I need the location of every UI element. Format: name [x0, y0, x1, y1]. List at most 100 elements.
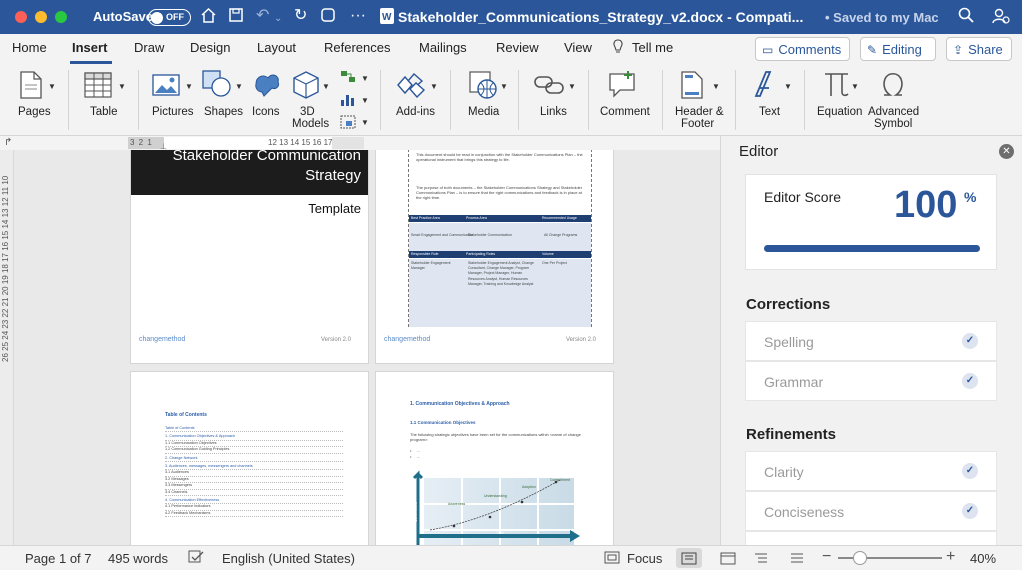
language[interactable]: English (United States) [222, 551, 355, 566]
comment-button[interactable]: Comment [600, 106, 650, 118]
header-footer-label-line2[interactable]: Footer [681, 118, 714, 130]
tell-me-search[interactable]: Tell me [632, 40, 673, 55]
web-layout-icon[interactable] [720, 552, 736, 568]
3d-models-dropdown-icon[interactable]: ▼ [322, 82, 330, 91]
header-footer-dropdown-icon[interactable]: ▼ [712, 82, 720, 91]
icons-icon[interactable] [252, 70, 282, 105]
undo-dropdown-icon[interactable]: ⌄ [274, 10, 282, 28]
add-ins-icon[interactable] [396, 72, 426, 103]
links-button[interactable]: Links [540, 106, 567, 118]
pictures-button[interactable]: Pictures [152, 106, 194, 118]
home-icon[interactable] [200, 7, 217, 29]
text-button[interactable]: Text [759, 106, 780, 118]
share-button[interactable]: ⇪ Share [946, 37, 1012, 61]
header-footer-label-line1[interactable]: Header & [675, 106, 724, 118]
redo-icon[interactable]: ↻ [294, 7, 307, 25]
tab-review[interactable]: Review [496, 40, 539, 55]
page-thumbnail-4[interactable]: 1. Communication Objectives & Approach 1… [375, 371, 614, 545]
screenshot-dropdown-icon[interactable]: ▼ [361, 118, 369, 127]
equation-dropdown-icon[interactable]: ▼ [851, 82, 859, 91]
tab-stop-icon[interactable]: ↱ [4, 137, 12, 148]
advanced-symbol-label-line1[interactable]: Advanced [868, 106, 919, 118]
shapes-icon[interactable] [202, 70, 232, 103]
shapes-button[interactable]: Shapes [204, 106, 243, 118]
tab-insert[interactable]: Insert [72, 40, 107, 55]
chart-icon[interactable] [340, 93, 356, 112]
zoom-slider-thumb[interactable] [853, 551, 867, 565]
text-dropdown-icon[interactable]: ▼ [784, 82, 792, 91]
pictures-dropdown-icon[interactable]: ▼ [185, 82, 193, 91]
minimize-window-button[interactable] [35, 11, 47, 23]
equation-button[interactable]: Equation [817, 106, 862, 118]
3d-models-icon[interactable] [292, 70, 320, 105]
chart-dropdown-icon[interactable]: ▼ [361, 96, 369, 105]
account-icon[interactable] [992, 7, 1010, 30]
correction-grammar[interactable]: Grammar ✓ [745, 361, 997, 401]
screenshot-icon[interactable] [340, 115, 356, 134]
table-dropdown-icon[interactable]: ▼ [118, 82, 126, 91]
page-thumbnail-1[interactable]: Stakeholder Communication Strategy Templ… [130, 150, 369, 364]
shapes-dropdown-icon[interactable]: ▼ [235, 82, 243, 91]
3d-models-label-line2[interactable]: Models [292, 118, 329, 130]
close-window-button[interactable] [15, 11, 27, 23]
advanced-symbol-label-line2[interactable]: Symbol [874, 118, 912, 130]
editor-score-card[interactable]: Editor Score 100 % [745, 174, 997, 270]
refinement-row-partial[interactable] [745, 531, 997, 545]
comments-button[interactable]: ▭ Comments [755, 37, 850, 61]
page-thumbnail-2[interactable]: This document should be read in conjunct… [375, 150, 614, 364]
more-icon[interactable]: ··· [350, 7, 366, 25]
page-count[interactable]: Page 1 of 7 [25, 551, 92, 566]
icons-button[interactable]: Icons [252, 106, 280, 118]
editing-button[interactable]: ✎ Editing [860, 37, 936, 61]
media-dropdown-icon[interactable]: ▼ [500, 82, 508, 91]
tab-layout[interactable]: Layout [257, 40, 296, 55]
3d-models-label-line1[interactable]: 3D [300, 106, 315, 118]
links-icon[interactable] [534, 74, 564, 101]
add-ins-dropdown-icon[interactable]: ▼ [430, 82, 438, 91]
tab-design[interactable]: Design [190, 40, 230, 55]
smartart-icon[interactable] [340, 70, 356, 89]
outline-icon[interactable] [754, 552, 768, 568]
focus-button[interactable]: Focus [627, 551, 662, 566]
omega-icon[interactable] [879, 70, 907, 103]
tab-home[interactable]: Home [12, 40, 47, 55]
refinement-clarity[interactable]: Clarity ✓ [745, 451, 997, 491]
pages-dropdown-icon[interactable]: ▼ [48, 82, 56, 91]
table-icon[interactable] [84, 72, 112, 103]
format-painter-icon[interactable] [320, 7, 336, 28]
media-button[interactable]: Media [468, 106, 499, 118]
word-count[interactable]: 495 words [108, 551, 168, 566]
media-icon[interactable] [468, 70, 498, 105]
pictures-icon[interactable] [152, 74, 180, 101]
zoom-in-button[interactable]: + [946, 548, 955, 566]
equation-icon[interactable] [822, 70, 852, 103]
pages-button[interactable]: Pages [18, 106, 51, 118]
horizontal-ruler[interactable]: ↱ 3 2 1 12 13 14 15 16 17 ⊥ [0, 136, 720, 151]
table-button[interactable]: Table [90, 106, 118, 118]
pages-icon[interactable] [18, 70, 44, 105]
tab-draw[interactable]: Draw [134, 40, 164, 55]
zoom-out-button[interactable]: − [822, 548, 831, 566]
document-canvas[interactable]: Stakeholder Communication Strategy Templ… [14, 150, 720, 545]
smartart-dropdown-icon[interactable]: ▼ [361, 74, 369, 83]
links-dropdown-icon[interactable]: ▼ [568, 82, 576, 91]
draft-icon[interactable] [790, 552, 804, 568]
header-footer-icon[interactable] [680, 70, 704, 105]
tab-view[interactable]: View [564, 40, 592, 55]
refinement-conciseness[interactable]: Conciseness ✓ [745, 491, 997, 531]
zoom-level[interactable]: 40% [970, 551, 996, 566]
close-pane-icon[interactable]: ✕ [999, 144, 1014, 159]
undo-icon[interactable]: ↶ [256, 7, 269, 25]
save-icon[interactable] [228, 7, 244, 28]
focus-icon[interactable] [604, 551, 620, 567]
search-icon[interactable] [958, 7, 974, 28]
tab-mailings[interactable]: Mailings [419, 40, 467, 55]
zoom-window-button[interactable] [55, 11, 67, 23]
add-ins-button[interactable]: Add-ins [396, 106, 435, 118]
autosave-toggle[interactable]: OFF [148, 9, 191, 26]
correction-spelling[interactable]: Spelling ✓ [745, 321, 997, 361]
proofing-icon[interactable] [188, 550, 204, 567]
text-box-icon[interactable] [752, 70, 778, 103]
new-comment-icon[interactable] [608, 70, 638, 103]
tab-references[interactable]: References [324, 40, 390, 55]
